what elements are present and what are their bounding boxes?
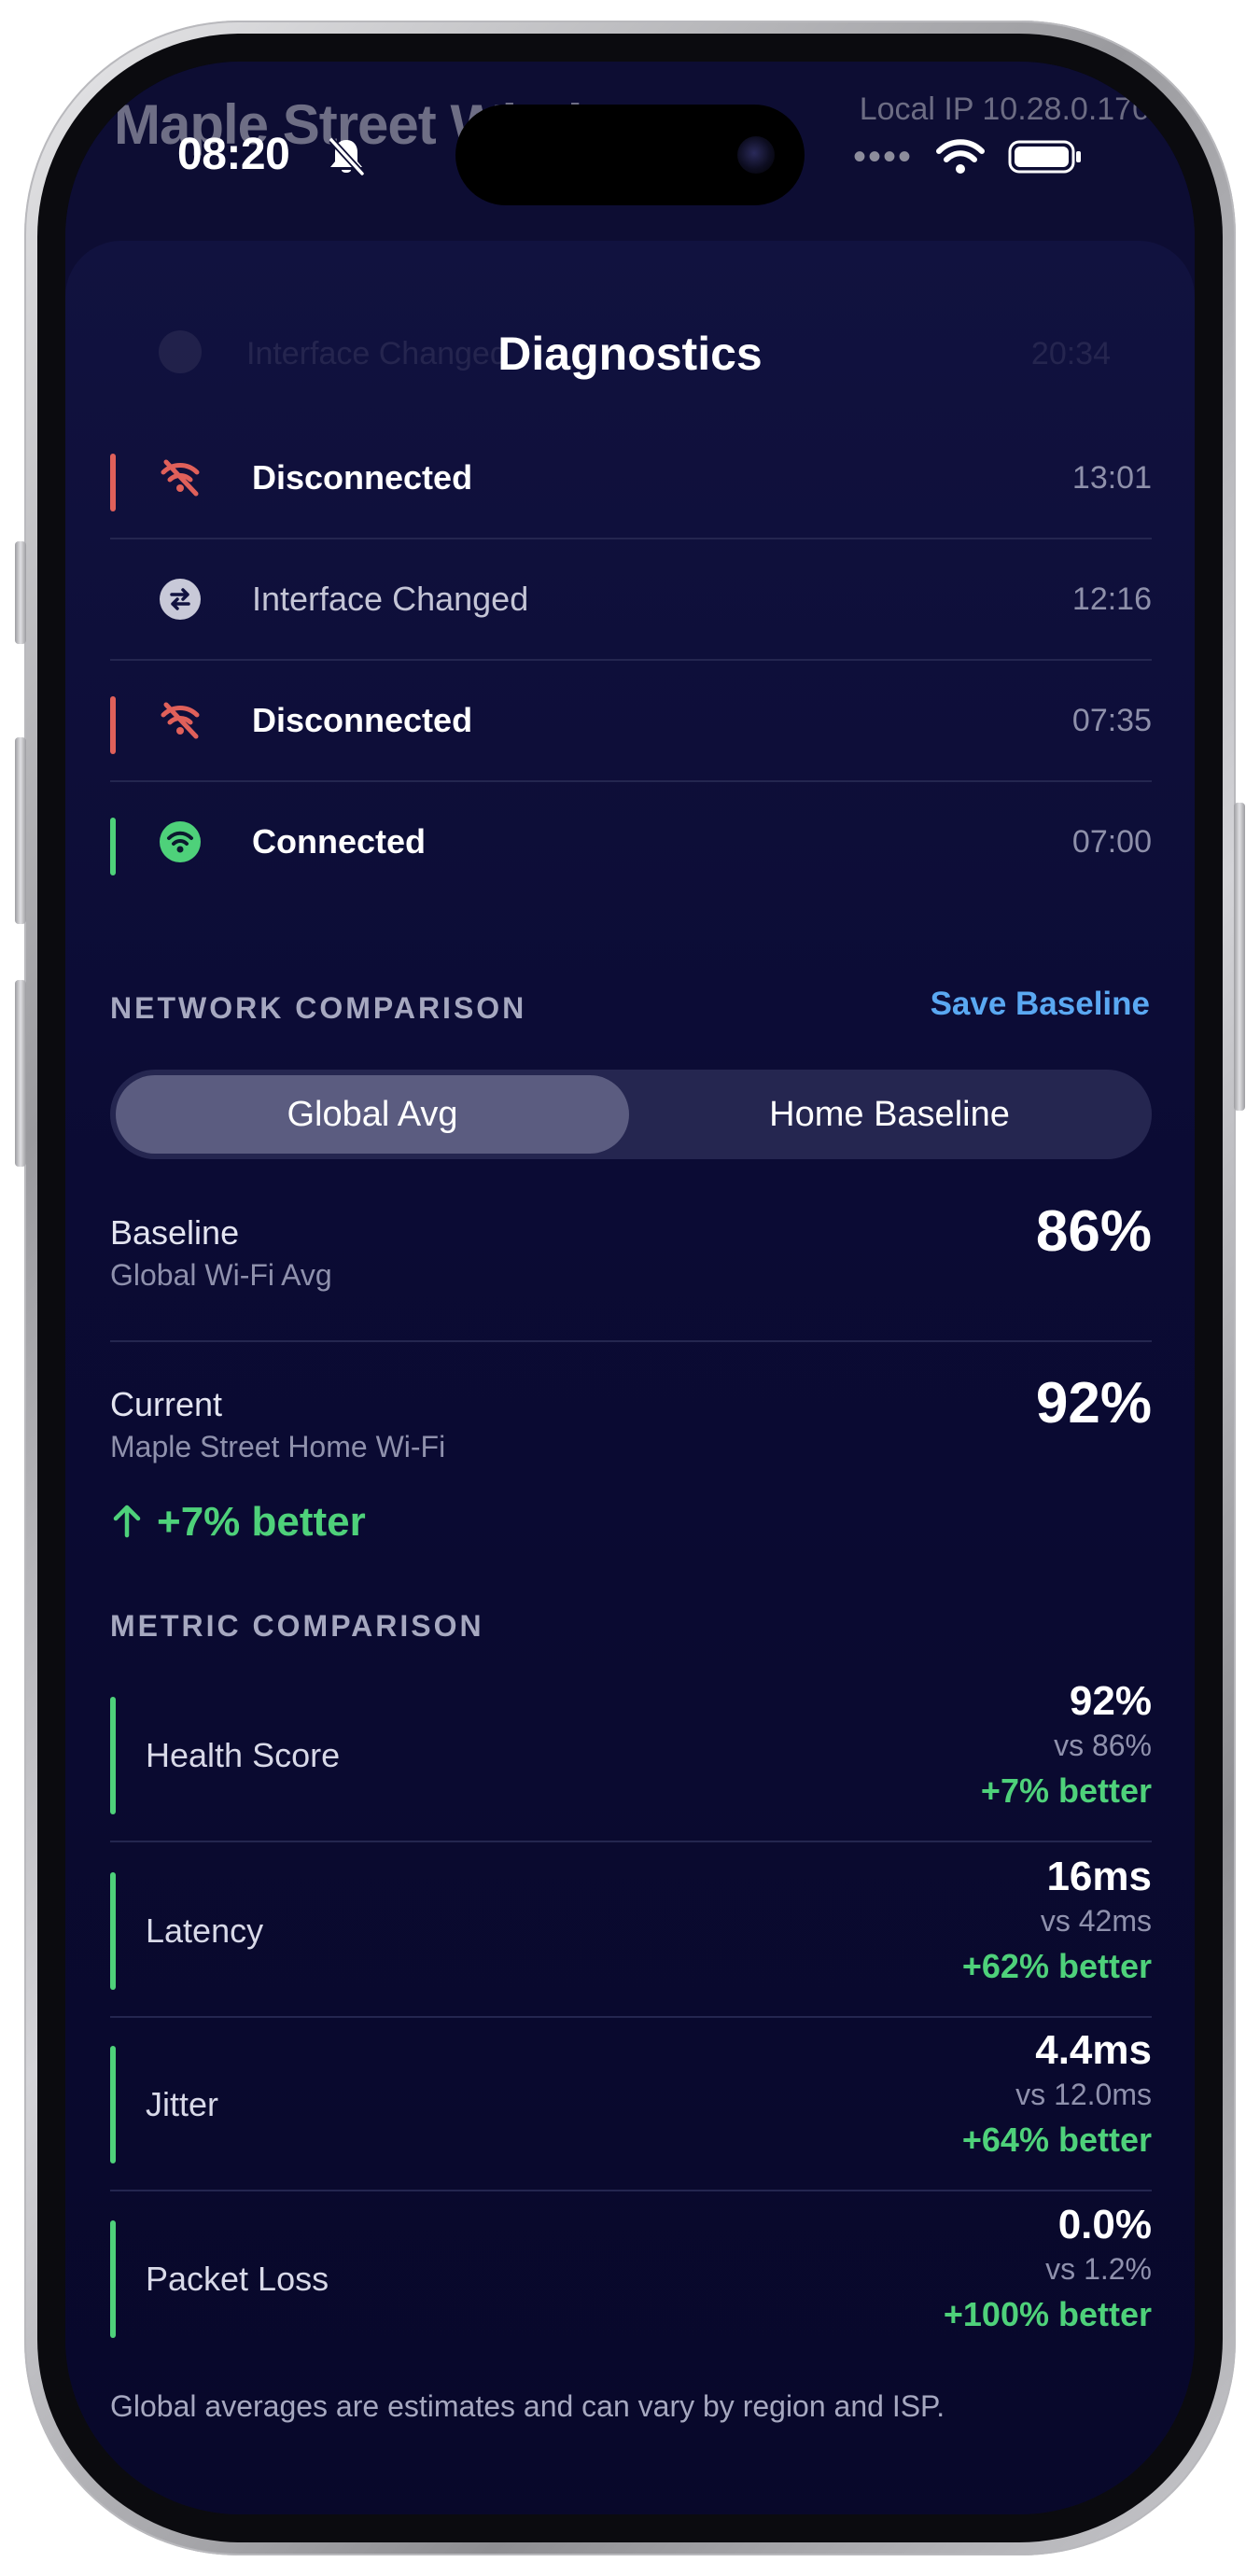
metric-row-packet-loss: Packet Loss 0.0% vs 1.2% +100% better [110, 2202, 1152, 2375]
divider [110, 1841, 1152, 1842]
metric-name: Latency [146, 1911, 264, 1950]
metric-vs: vs 86% [1054, 1729, 1152, 1762]
current-sublabel: Maple Street Home Wi-Fi [110, 1430, 446, 1463]
event-status-bar [110, 454, 116, 511]
metric-vs: vs 1.2% [1045, 2252, 1152, 2286]
divider [110, 1340, 1152, 1342]
event-time: 07:00 [1071, 824, 1152, 860]
power-button [1234, 803, 1245, 1111]
current-label: Current [110, 1385, 223, 1423]
segment-home-baseline[interactable]: Home Baseline [633, 1075, 1146, 1154]
event-status-bar [110, 696, 116, 754]
camera-icon [737, 136, 775, 174]
volume-down-button [15, 980, 26, 1167]
metric-value: 4.4ms [1035, 2027, 1152, 2073]
event-label: Interface Changed [252, 580, 529, 618]
metric-value: 92% [1069, 1678, 1152, 1724]
event-time: 12:16 [1071, 581, 1152, 617]
battery-icon [1008, 140, 1081, 174]
event-row[interactable]: Disconnected 07:35 [110, 661, 1152, 782]
background-local-ip: Local IP 10.28.0.170 [859, 91, 1150, 127]
status-indicators: •••• [853, 136, 1083, 177]
divider [110, 2190, 1152, 2191]
metric-better: +62% better [961, 1947, 1152, 1985]
sheet-title: Diagnostics [497, 328, 763, 380]
metric-comparison-header: METRIC COMPARISON [110, 1609, 484, 1643]
wifi-status-icon [936, 139, 985, 174]
wifi-off-icon [161, 702, 200, 739]
metric-indicator-bar [110, 1872, 116, 1990]
metric-row-jitter: Jitter 4.4ms vs 12.0ms +64% better [110, 2027, 1152, 2201]
event-row[interactable]: Disconnected 13:01 [110, 418, 1152, 539]
metric-vs: vs 12.0ms [1015, 2078, 1152, 2111]
comparison-segmented-control: Global Avg Home Baseline [110, 1070, 1152, 1159]
footnote: Global averages are estimates and can va… [110, 2389, 945, 2423]
baseline-row: Baseline Global Wi-Fi Avg 86% [110, 1199, 1152, 1318]
cellular-signal-icon: •••• [852, 136, 913, 177]
network-comparison-header: NETWORK COMPARISON [110, 991, 527, 1025]
baseline-value: 86% [1035, 1199, 1152, 1264]
metric-name: Packet Loss [146, 2260, 329, 2298]
phone-screen: Maple Street Wi-Fi Local IP 10.28.0.170 … [65, 62, 1195, 2514]
status-time: 08:20 [177, 130, 290, 179]
comparison-delta: +7% better [110, 1499, 366, 1546]
metric-row-latency: Latency 16ms vs 42ms +62% better [110, 1854, 1152, 2027]
interface-swap-icon [160, 579, 201, 620]
diagnostics-sheet: Interface Changed 20:34 Diagnostics Disc… [65, 241, 1195, 2514]
action-button [15, 541, 26, 644]
event-row[interactable]: Connected 07:00 [110, 782, 1152, 902]
metric-row-health-score: Health Score 92% vs 86% +7% better [110, 1678, 1152, 1852]
dynamic-island [455, 105, 805, 205]
arrow-up-icon [113, 1505, 141, 1538]
segment-global-avg[interactable]: Global Avg [116, 1075, 629, 1154]
metric-better: +7% better [980, 1771, 1152, 1810]
metric-value: 16ms [1046, 1854, 1152, 1899]
wifi-off-icon [161, 459, 200, 497]
baseline-sublabel: Global Wi-Fi Avg [110, 1258, 332, 1292]
metric-indicator-bar [110, 1697, 116, 1814]
event-label: Disconnected [252, 458, 473, 497]
bell-slash-icon [329, 137, 365, 176]
comparison-delta-text: +7% better [157, 1499, 366, 1545]
event-list: Disconnected 13:01 Interface Changed 12:… [110, 418, 1152, 902]
event-status-bar [110, 818, 116, 875]
wifi-icon [160, 821, 201, 862]
current-row: Current Maple Street Home Wi-Fi 92% [110, 1371, 1152, 1490]
event-label: Disconnected [252, 701, 473, 739]
event-time: 13:01 [1071, 460, 1152, 496]
event-label: Connected [252, 822, 427, 861]
volume-up-button [15, 737, 26, 924]
save-baseline-button[interactable]: Save Baseline [931, 986, 1150, 1023]
metric-indicator-bar [110, 2220, 116, 2338]
event-time: 07:35 [1071, 703, 1152, 738]
baseline-label: Baseline [110, 1213, 240, 1252]
metric-better: +64% better [961, 2121, 1152, 2159]
metric-better: +100% better [943, 2295, 1152, 2333]
metric-value: 0.0% [1057, 2202, 1152, 2247]
current-value: 92% [1035, 1371, 1152, 1435]
metric-name: Health Score [146, 1736, 341, 1774]
divider [110, 2016, 1152, 2018]
metric-vs: vs 42ms [1040, 1904, 1152, 1938]
event-row[interactable]: Interface Changed 12:16 [110, 539, 1152, 661]
metric-name: Jitter [146, 2085, 219, 2123]
metric-indicator-bar [110, 2046, 116, 2163]
